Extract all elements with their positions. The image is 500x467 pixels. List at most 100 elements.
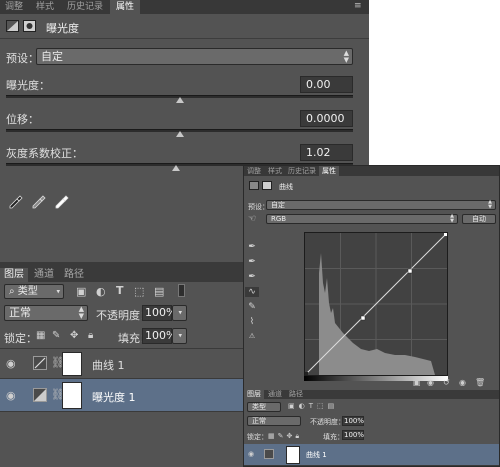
layer-row-curves[interactable]: ◉ 曲线 1 bbox=[244, 444, 499, 466]
layer-filter-value: 类型 bbox=[17, 286, 38, 297]
panel-header-title: 曝光度 bbox=[46, 22, 79, 35]
clipping-warning-icon[interactable]: ⚠ bbox=[245, 332, 259, 340]
curves-footer: ▣ ◉ ↺ ◉ 🗑︎ bbox=[409, 378, 499, 390]
channel-dropdown[interactable]: RGB ▲ ▼ bbox=[266, 214, 458, 224]
visibility-eye-icon[interactable]: ◉ bbox=[6, 389, 16, 402]
on-image-adjust-icon[interactable]: ☜ bbox=[245, 214, 259, 224]
tab-layers[interactable]: 图层 bbox=[244, 390, 264, 399]
lock-transparency-icon[interactable]: ▦ bbox=[36, 330, 45, 341]
black-eyedropper-icon[interactable]: ✒ bbox=[245, 242, 259, 252]
tab-properties[interactable]: 属性 bbox=[319, 166, 339, 176]
blend-mode-value: 正常 bbox=[9, 306, 31, 319]
tab-layers[interactable]: 图层 bbox=[0, 268, 28, 282]
opacity-dropdown-button[interactable]: ▾ bbox=[172, 305, 187, 321]
gamma-slider-knob[interactable] bbox=[172, 165, 181, 171]
tab-channels[interactable]: 通道 bbox=[265, 390, 285, 399]
curves-graph[interactable] bbox=[304, 232, 448, 376]
black-eyedropper-icon[interactable] bbox=[8, 194, 24, 210]
tab-history[interactable]: 历史记录 bbox=[62, 0, 108, 14]
lock-icons[interactable]: ▦✎✥🔒︎ bbox=[268, 432, 302, 441]
dropdown-arrows-icon: ▲ ▼ bbox=[343, 48, 349, 64]
layer-mask-thumbnail[interactable] bbox=[286, 446, 300, 464]
pencil-draw-icon[interactable]: ✎ bbox=[245, 302, 259, 312]
opacity-field[interactable]: 100% bbox=[342, 416, 364, 426]
layer-mask-icon[interactable] bbox=[262, 181, 272, 190]
fill-dropdown-button[interactable]: ▾ bbox=[172, 328, 187, 344]
tab-adjustments[interactable]: 调整 bbox=[244, 166, 264, 176]
trash-icon[interactable]: 🗑︎ bbox=[475, 378, 485, 387]
exposure-value-field[interactable]: 0.00 bbox=[300, 76, 353, 93]
preset-value: 自定 bbox=[271, 201, 285, 209]
chevron-down-icon: ▾ bbox=[56, 287, 60, 295]
layer-mask-icon[interactable] bbox=[23, 20, 36, 32]
clip-to-layer-icon[interactable]: ▣ bbox=[413, 378, 421, 387]
gray-eyedropper-icon[interactable] bbox=[31, 194, 47, 210]
white-eyedropper-icon[interactable]: ✒ bbox=[245, 272, 259, 282]
curve-point bbox=[360, 315, 366, 321]
exposure-adjustment-icon bbox=[33, 388, 47, 402]
layer-filter-dropdown[interactable]: 类型 bbox=[247, 402, 281, 412]
tab-styles[interactable]: 样式 bbox=[265, 166, 285, 176]
fill-field[interactable]: 100% bbox=[142, 328, 176, 344]
properties-panel-curves: 调整 样式 历史记录 属性 曲线 预设： 自定 ▲ ▼ ☜ RGB ▲ ▼ 自动 ✒… bbox=[243, 165, 500, 467]
adjustment-filter-icon[interactable]: ◐ bbox=[96, 285, 106, 298]
offset-label: 位移： bbox=[6, 113, 39, 126]
tab-channels[interactable]: 通道 bbox=[30, 268, 58, 282]
curve-edit-points-icon[interactable]: ∿ bbox=[245, 287, 259, 297]
filter-toggle-icon[interactable] bbox=[178, 284, 185, 297]
layer-name: 曲线 1 bbox=[306, 451, 327, 459]
layer-name: 曝光度 1 bbox=[92, 391, 136, 404]
curves-adjustment-icon bbox=[33, 356, 47, 370]
lock-label: 锁定： bbox=[247, 433, 268, 441]
layers-tab-bar: 图层 通道 路径 bbox=[244, 390, 499, 399]
preset-label: 预设： bbox=[6, 52, 39, 65]
opacity-field[interactable]: 100% bbox=[142, 305, 176, 321]
tab-adjustments[interactable]: 调整 bbox=[0, 0, 28, 14]
fill-field[interactable]: 100% bbox=[342, 430, 364, 440]
dropdown-arrows-icon: ▲ ▼ bbox=[450, 213, 454, 224]
tab-styles[interactable]: 样式 bbox=[30, 0, 60, 14]
gamma-value-field[interactable]: 1.02 bbox=[300, 144, 353, 161]
curve-point bbox=[444, 233, 447, 236]
preset-dropdown[interactable]: 自定 ▲ ▼ bbox=[266, 200, 496, 210]
white-eyedropper-icon[interactable] bbox=[54, 194, 70, 210]
lock-pixels-icon[interactable]: ✎ bbox=[52, 330, 60, 341]
visibility-eye-icon[interactable]: ◉ bbox=[459, 378, 466, 387]
blend-mode-dropdown[interactable]: 正常 ▲ ▼ bbox=[4, 305, 88, 321]
tab-history[interactable]: 历史记录 bbox=[286, 166, 318, 176]
gray-eyedropper-icon[interactable]: ✒ bbox=[245, 257, 259, 267]
view-previous-icon[interactable]: ◉ bbox=[427, 378, 434, 387]
search-icon: ⌕ bbox=[9, 286, 15, 297]
visibility-eye-icon[interactable]: ◉ bbox=[6, 357, 16, 370]
shape-filter-icon[interactable]: ⬚ bbox=[134, 285, 144, 298]
auto-button[interactable]: 自动 bbox=[462, 214, 496, 224]
panel-header-title: 曲线 bbox=[279, 183, 293, 191]
offset-slider-knob[interactable] bbox=[175, 131, 184, 137]
curves-histogram-svg bbox=[305, 233, 447, 375]
opacity-label: 不透明度： bbox=[310, 418, 345, 426]
smart-object-filter-icon[interactable]: ▤ bbox=[154, 285, 164, 298]
reset-icon[interactable]: ↺ bbox=[443, 378, 450, 387]
smooth-curve-icon[interactable]: ⌇ bbox=[245, 317, 259, 327]
lock-position-icon[interactable]: ✥ bbox=[70, 330, 78, 341]
dropdown-arrows-icon: ▲ ▼ bbox=[488, 199, 492, 210]
tab-properties[interactable]: 属性 bbox=[110, 0, 140, 14]
tab-paths[interactable]: 路径 bbox=[286, 390, 306, 399]
pixel-filter-icon[interactable]: ▣ bbox=[76, 285, 86, 298]
layer-filter-dropdown[interactable]: ⌕ 类型 ▾ bbox=[4, 284, 64, 299]
offset-value-field[interactable]: 0.0000 bbox=[300, 110, 353, 127]
exposure-adjustment-icon bbox=[6, 20, 19, 32]
exposure-slider-knob[interactable] bbox=[175, 97, 184, 103]
curve-point bbox=[305, 372, 308, 375]
type-filter-icon[interactable]: T bbox=[116, 284, 124, 297]
lock-all-icon[interactable]: 🔒︎ bbox=[88, 330, 93, 341]
visibility-eye-icon[interactable]: ◉ bbox=[248, 450, 254, 458]
tab-paths[interactable]: 路径 bbox=[60, 268, 88, 282]
layer-mask-thumbnail[interactable] bbox=[62, 352, 82, 376]
layer-mask-thumbnail[interactable] bbox=[62, 382, 82, 409]
preset-dropdown[interactable]: 自定 ▲ ▼ bbox=[36, 48, 353, 65]
blend-mode-dropdown[interactable]: 正常 bbox=[247, 416, 301, 426]
panel-menu-icon[interactable]: ≡ bbox=[354, 1, 362, 11]
layer-name: 曲线 1 bbox=[92, 359, 125, 372]
layer-filter-icons[interactable]: ▣◐T⬚▤ bbox=[288, 402, 338, 410]
